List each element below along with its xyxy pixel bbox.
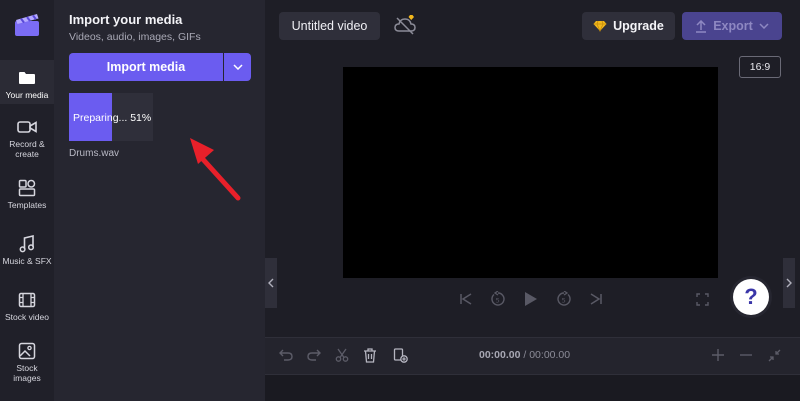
- fullscreen-icon: [695, 292, 709, 306]
- clipchamp-logo: [15, 14, 39, 36]
- panel-title: Import your media: [69, 12, 183, 27]
- forward-5s-button[interactable]: 5: [554, 290, 574, 308]
- chevron-down-icon: [759, 23, 769, 29]
- export-label: Export: [713, 19, 753, 33]
- sidebar-item-label: Record & create: [9, 139, 45, 159]
- forward-5-icon: 5: [557, 291, 571, 306]
- undo-icon: [279, 349, 293, 361]
- panel-subtitle: Videos, audio, images, GIFs: [69, 31, 201, 43]
- sidebar-item-label: Stock images: [13, 363, 41, 383]
- scissors-icon: [335, 348, 349, 362]
- diamond-icon: [593, 20, 607, 32]
- media-filename: Drums.wav: [69, 148, 120, 159]
- sidebar-item-record-create[interactable]: Record & create: [0, 117, 54, 159]
- sidebar-item-your-media[interactable]: Your media: [0, 60, 54, 104]
- upgrade-button[interactable]: Upgrade: [582, 12, 675, 40]
- play-icon: [525, 292, 537, 306]
- sidebar-item-label: Music & SFX: [2, 256, 52, 266]
- zoom-in-button[interactable]: [708, 345, 728, 365]
- film-icon: [16, 290, 38, 310]
- media-panel: Import your media Videos, audio, images,…: [54, 0, 265, 401]
- chevron-right-icon: [786, 278, 792, 288]
- duplicate-button[interactable]: [390, 345, 410, 365]
- aspect-ratio-button[interactable]: 16:9: [739, 56, 781, 78]
- video-preview-canvas[interactable]: [343, 67, 718, 278]
- upgrade-label: Upgrade: [613, 19, 664, 33]
- skip-back-button[interactable]: [456, 290, 476, 308]
- current-time: 00:00.00: [479, 349, 521, 361]
- video-title-field[interactable]: Untitled video: [279, 12, 380, 40]
- play-button[interactable]: [521, 290, 541, 308]
- sidebar-item-music-sfx[interactable]: Music & SFX: [0, 234, 54, 266]
- cloud-off-icon[interactable]: [393, 14, 417, 36]
- collapse-left-panel-handle[interactable]: [265, 258, 277, 308]
- zoom-out-button[interactable]: [736, 345, 756, 365]
- timeline-track-area[interactable]: [265, 374, 800, 401]
- split-button[interactable]: [332, 345, 352, 365]
- templates-icon: [16, 178, 38, 198]
- fit-timeline-button[interactable]: [764, 345, 784, 365]
- skip-back-icon: [460, 293, 472, 305]
- delete-button[interactable]: [360, 345, 380, 365]
- upload-icon: [696, 19, 707, 33]
- rewind-5s-button[interactable]: 5: [488, 290, 508, 308]
- import-options-button[interactable]: [224, 53, 251, 81]
- duplicate-icon: [393, 347, 408, 363]
- time-separator: /: [520, 349, 530, 361]
- undo-button[interactable]: [276, 345, 296, 365]
- rewind-5-icon: 5: [491, 291, 505, 306]
- video-camera-icon: [16, 117, 38, 137]
- skip-forward-button[interactable]: [586, 290, 606, 308]
- help-button[interactable]: ?: [733, 279, 769, 315]
- collapse-arrows-icon: [768, 349, 780, 361]
- redo-icon: [307, 349, 321, 361]
- red-arrow-annotation: [190, 138, 241, 201]
- trash-icon: [364, 347, 376, 363]
- sidebar-item-stock-images[interactable]: Stock images: [0, 341, 54, 383]
- import-media-button[interactable]: Import media: [69, 53, 223, 81]
- sidebar-item-label: Your media: [5, 90, 49, 100]
- sidebar-item-stock-video[interactable]: Stock video: [0, 290, 54, 322]
- left-rail: Your media Record & create Templates Mus…: [0, 0, 54, 401]
- music-note-icon: [16, 234, 38, 254]
- svg-text:5: 5: [496, 297, 500, 305]
- sidebar-item-label: Templates: [7, 200, 47, 210]
- timecode: 00:00.00 / 00:00.00: [479, 349, 570, 361]
- redo-button[interactable]: [304, 345, 324, 365]
- plus-icon: [712, 349, 724, 361]
- svg-text:5: 5: [562, 297, 566, 305]
- chevron-left-icon: [268, 278, 274, 288]
- upload-status: Preparing... 51%: [73, 112, 152, 124]
- export-button[interactable]: Export: [682, 12, 782, 40]
- sidebar-item-label: Stock video: [5, 312, 49, 322]
- skip-forward-icon: [590, 293, 602, 305]
- total-time: 00:00.00: [529, 349, 571, 361]
- collapse-right-panel-handle[interactable]: [783, 258, 795, 308]
- folder-icon: [16, 68, 38, 88]
- fullscreen-button[interactable]: [692, 290, 712, 308]
- image-icon: [16, 341, 38, 361]
- sidebar-item-templates[interactable]: Templates: [0, 178, 54, 210]
- minus-icon: [740, 354, 752, 356]
- chevron-down-icon: [232, 64, 243, 70]
